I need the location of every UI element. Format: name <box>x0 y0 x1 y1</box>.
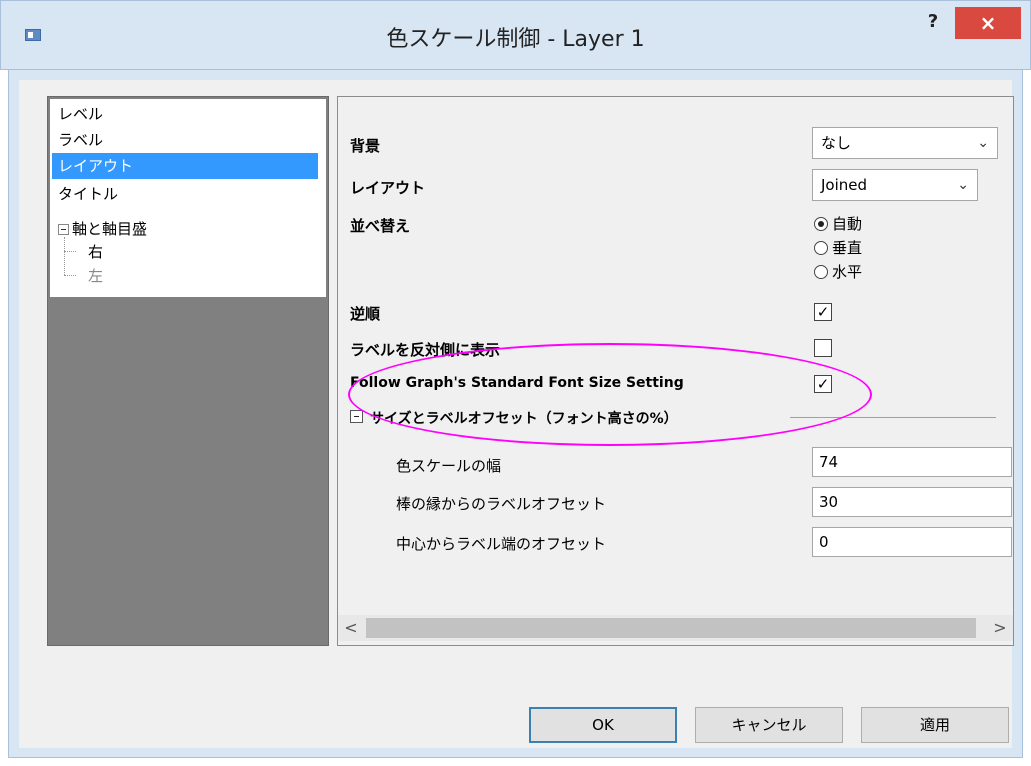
tree-guide-line <box>64 275 76 276</box>
title-bar: 色スケール制御 - Layer 1 ? × <box>0 0 1031 70</box>
apply-button[interactable]: 適用 <box>861 707 1009 743</box>
highlight-annotation <box>348 343 872 446</box>
order-option-label: 水平 <box>832 263 863 281</box>
tree-list: レベル ラベル レイアウト タイトル 軸と軸目盛 右 左 <box>50 99 326 297</box>
background-value: なし <box>821 134 852 152</box>
order-radio-vertical[interactable]: 垂直 <box>814 237 862 259</box>
order-option-label: 垂直 <box>832 239 863 257</box>
radio-icon <box>814 241 828 255</box>
scroll-left-icon[interactable]: < <box>338 615 364 641</box>
bar-offset-label: 棒の縁からのラベルオフセット <box>396 495 607 513</box>
opposite-checkbox[interactable] <box>814 339 832 357</box>
layout-label: レイアウト <box>350 179 426 197</box>
tree-item-right[interactable]: 右 <box>88 239 103 265</box>
tree-item-levels[interactable]: レベル <box>58 101 103 127</box>
chevron-down-icon: ⌄ <box>977 135 989 151</box>
scroll-thumb[interactable] <box>366 618 976 638</box>
background-select[interactable]: なし ⌄ <box>812 127 998 159</box>
width-input[interactable]: 74 <box>812 447 1012 477</box>
window-title: 色スケール制御 - Layer 1 <box>386 27 645 52</box>
tree-item-title[interactable]: タイトル <box>58 181 118 207</box>
horizontal-scrollbar[interactable]: < > <box>338 615 1013 641</box>
order-option-label: 自動 <box>832 215 863 233</box>
group-collapse-icon[interactable] <box>350 410 363 423</box>
background-label: 背景 <box>350 137 381 155</box>
close-button[interactable]: × <box>955 7 1021 39</box>
tree-guide-line <box>64 237 65 275</box>
reverse-checkbox[interactable]: ✓ <box>814 303 832 321</box>
tree-guide-line <box>64 251 76 252</box>
tree-collapse-icon[interactable] <box>58 224 69 235</box>
tree-item-axes[interactable]: 軸と軸目盛 <box>72 216 147 242</box>
scroll-right-icon[interactable]: > <box>987 615 1013 641</box>
cancel-button[interactable]: キャンセル <box>695 707 843 743</box>
radio-icon <box>814 265 828 279</box>
layout-select[interactable]: Joined ⌄ <box>812 169 978 201</box>
ok-button[interactable]: OK <box>529 707 677 743</box>
chevron-down-icon: ⌄ <box>957 177 969 193</box>
center-offset-input[interactable]: 0 <box>812 527 1012 557</box>
category-tree: レベル ラベル レイアウト タイトル 軸と軸目盛 右 左 <box>47 96 329 646</box>
radio-selected-icon <box>814 217 828 231</box>
center-offset-label: 中心からラベル端のオフセット <box>396 535 607 553</box>
bar-offset-input[interactable]: 30 <box>812 487 1012 517</box>
order-label: 並べ替え <box>350 217 411 235</box>
dialog-window: 色スケール制御 - Layer 1 ? × レベル ラベル レイアウト タイトル… <box>0 0 1031 766</box>
tree-item-left[interactable]: 左 <box>88 263 103 289</box>
order-radio-auto[interactable]: 自動 <box>814 213 862 235</box>
width-label: 色スケールの幅 <box>396 457 502 475</box>
tree-item-labels[interactable]: ラベル <box>58 127 103 153</box>
tree-item-layout[interactable]: レイアウト <box>52 153 318 179</box>
order-radio-horizontal[interactable]: 水平 <box>814 261 862 283</box>
layout-value: Joined <box>821 176 868 194</box>
reverse-label: 逆順 <box>350 305 381 323</box>
help-button[interactable]: ? <box>921 11 945 35</box>
